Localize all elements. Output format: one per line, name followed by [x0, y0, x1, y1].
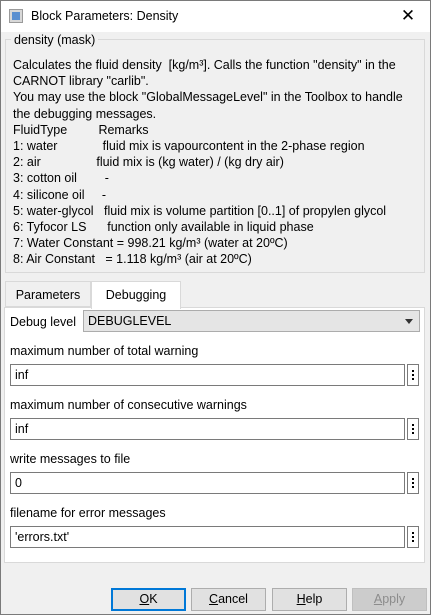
- cancel-mnemonic: C: [209, 592, 219, 606]
- help-label: elp: [305, 592, 323, 606]
- help-button[interactable]: Help: [272, 588, 347, 611]
- mask-description: Calculates the fluid density [kg/m³]. Ca…: [13, 57, 423, 267]
- tab-debugging[interactable]: Debugging: [91, 281, 181, 309]
- param-label-filename: filename for error messages: [10, 506, 166, 520]
- more-options-icon[interactable]: [407, 364, 419, 386]
- window-title: Block Parameters: Density: [31, 9, 179, 23]
- param-label-write-to-file: write messages to file: [10, 452, 131, 466]
- total-warnings-input[interactable]: inf: [10, 364, 405, 386]
- filename-input[interactable]: 'errors.txt': [10, 526, 405, 548]
- consecutive-warnings-input[interactable]: inf: [10, 418, 405, 440]
- title-bar[interactable]: Block Parameters: Density ✕: [1, 1, 430, 32]
- more-options-icon[interactable]: [407, 472, 419, 494]
- mask-group-title: density (mask): [11, 33, 99, 47]
- ok-mnemonic: O: [139, 592, 150, 606]
- description-line: 8: Air Constant = 1.118 kg/m³ (air at 20…: [13, 252, 252, 267]
- close-icon[interactable]: ✕: [394, 4, 422, 28]
- debug-level-select[interactable]: DEBUGLEVEL: [83, 310, 420, 332]
- description-line: 3: cotton oil -: [13, 171, 109, 186]
- ok-label: K: [149, 592, 158, 606]
- description-line: 4: silicone oil -: [13, 187, 107, 202]
- cancel-label: ancel: [218, 592, 248, 606]
- description-line: 7: Water Constant = 998.21 kg/m³ (water …: [13, 236, 288, 251]
- apply-button[interactable]: Apply: [352, 588, 427, 611]
- apply-mnemonic: A: [373, 592, 383, 606]
- more-options-icon[interactable]: [407, 526, 419, 548]
- app-icon: [9, 9, 23, 23]
- description-line: the debugging messages.: [13, 106, 157, 121]
- cancel-button[interactable]: Cancel: [191, 588, 266, 611]
- dropdown-arrow-icon: [405, 319, 413, 324]
- description-line: 2: air fluid mix is (kg water) / (kg dry…: [13, 155, 284, 170]
- description-line: 1: water fluid mix is vapourcontent in t…: [13, 138, 365, 153]
- description-line: FluidType Remarks: [13, 122, 149, 137]
- apply-label: pply: [382, 592, 406, 606]
- debug-level-label: Debug level: [10, 315, 77, 329]
- debug-level-value: DEBUGLEVEL: [88, 314, 172, 328]
- description-line: CARNOT library "carlib".: [13, 74, 149, 89]
- more-options-icon[interactable]: [407, 418, 419, 440]
- help-mnemonic: H: [296, 592, 306, 606]
- tab-parameters[interactable]: Parameters: [5, 281, 91, 307]
- description-line: Calculates the fluid density [kg/m³]. Ca…: [13, 58, 396, 72]
- write-to-file-input[interactable]: 0: [10, 472, 405, 494]
- description-line: 6: Tyfocor LS function only available in…: [13, 219, 314, 234]
- ok-button[interactable]: OK: [111, 588, 186, 611]
- param-label-consecutive-warnings: maximum number of consecutive warnings: [10, 398, 247, 412]
- description-line: 5: water-glycol fluid mix is volume part…: [13, 203, 387, 218]
- param-label-total-warnings: maximum number of total warning: [10, 344, 199, 358]
- description-line: You may use the block "GlobalMessageLeve…: [13, 90, 403, 105]
